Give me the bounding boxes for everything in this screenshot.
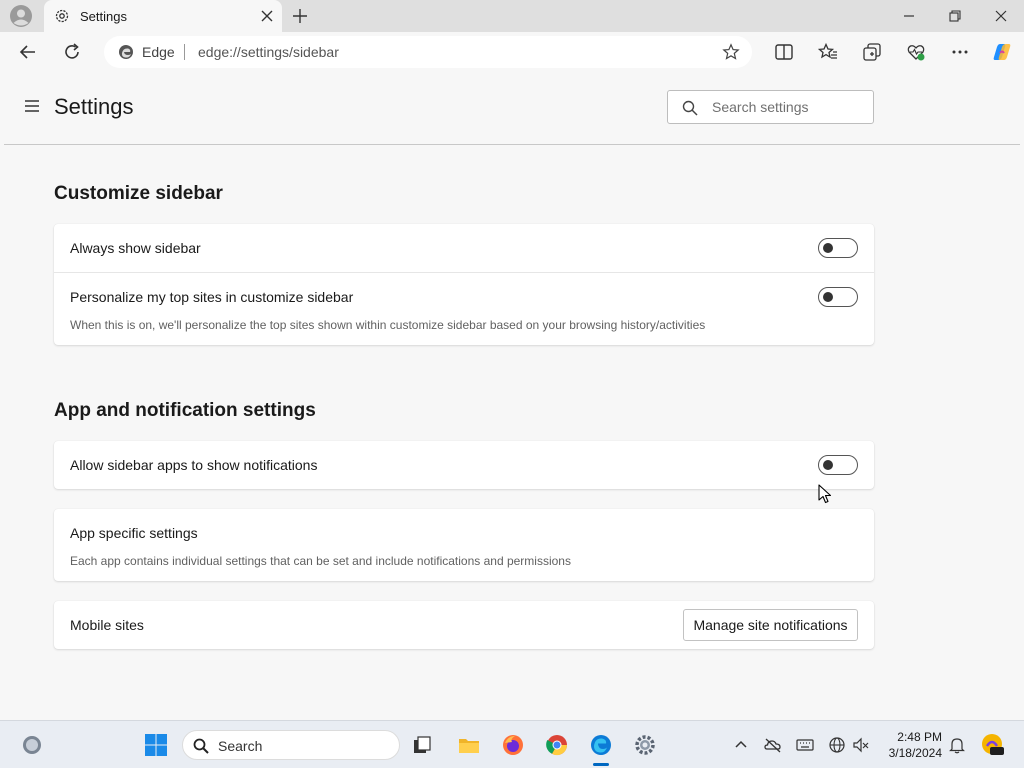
tab-strip: Settings bbox=[0, 0, 1024, 32]
volume-muted-icon[interactable] bbox=[852, 736, 870, 754]
url-text[interactable]: edge://settings/sidebar bbox=[198, 44, 339, 60]
edge-logo-icon bbox=[119, 45, 133, 59]
file-explorer-icon[interactable] bbox=[457, 733, 481, 757]
favorites-icon[interactable] bbox=[818, 42, 838, 62]
address-bar[interactable]: Edge edge://settings/sidebar bbox=[104, 36, 752, 68]
taskbar: Search 2:48 PM 3/18/2024 bbox=[0, 720, 1024, 768]
notification-bell-icon[interactable] bbox=[948, 736, 966, 754]
settings-page: Settings Customize sidebar Always show s… bbox=[4, 72, 1020, 716]
manage-site-notifications-button[interactable]: Manage site notifications bbox=[683, 609, 858, 641]
clock-time: 2:48 PM bbox=[897, 730, 942, 744]
browser-toolbar: Edge edge://settings/sidebar bbox=[0, 32, 1024, 72]
taskbar-search-label: Search bbox=[218, 738, 263, 754]
always-show-sidebar-toggle[interactable] bbox=[818, 238, 858, 258]
taskbar-search[interactable]: Search bbox=[182, 730, 400, 760]
always-show-sidebar-row: Always show sidebar bbox=[54, 224, 874, 272]
app-specific-settings-label: App specific settings bbox=[70, 525, 198, 541]
minimize-icon[interactable] bbox=[901, 8, 917, 24]
personalize-top-sites-description: When this is on, we'll personalize the t… bbox=[70, 318, 706, 332]
system-clock[interactable]: 2:48 PM 3/18/2024 bbox=[878, 729, 942, 761]
tab-title: Settings bbox=[80, 9, 127, 24]
profile-icon[interactable] bbox=[10, 5, 32, 27]
refresh-icon[interactable] bbox=[62, 42, 82, 62]
allow-notifications-label: Allow sidebar apps to show notifications bbox=[70, 457, 318, 473]
allow-notifications-row: Allow sidebar apps to show notifications bbox=[54, 441, 874, 489]
split-screen-icon[interactable] bbox=[774, 42, 794, 62]
windows-start-icon[interactable] bbox=[144, 733, 168, 757]
edge-taskbar-icon[interactable] bbox=[589, 733, 613, 757]
restore-icon[interactable] bbox=[947, 8, 963, 24]
clock-date: 3/18/2024 bbox=[888, 746, 942, 760]
section-title-customize-sidebar: Customize sidebar bbox=[54, 183, 223, 204]
mobile-sites-card: Mobile sites Manage site notifications bbox=[54, 601, 874, 649]
customize-sidebar-card: Always show sidebar Personalize my top s… bbox=[54, 224, 874, 345]
search-icon bbox=[682, 100, 698, 116]
chevron-up-icon[interactable] bbox=[732, 736, 750, 754]
toggle-knob bbox=[823, 460, 833, 470]
page-title: Settings bbox=[54, 94, 134, 119]
active-app-indicator bbox=[593, 763, 609, 766]
chrome-icon[interactable] bbox=[545, 733, 569, 757]
collections-icon[interactable] bbox=[862, 42, 882, 62]
close-tab-icon[interactable] bbox=[260, 9, 274, 23]
personalize-top-sites-label: Personalize my top sites in customize si… bbox=[70, 289, 354, 305]
mobile-sites-label: Mobile sites bbox=[70, 617, 144, 633]
close-window-icon[interactable] bbox=[993, 8, 1009, 24]
section-title-app-notifications: App and notification settings bbox=[54, 400, 316, 421]
firefox-icon[interactable] bbox=[501, 733, 525, 757]
browser-essentials-icon[interactable] bbox=[906, 42, 926, 62]
menu-icon[interactable] bbox=[24, 99, 40, 113]
always-show-sidebar-label: Always show sidebar bbox=[70, 240, 201, 256]
app-specific-settings-card[interactable]: App specific settings Each app contains … bbox=[54, 509, 874, 581]
settings-search[interactable] bbox=[667, 90, 874, 124]
more-options-icon[interactable] bbox=[950, 42, 970, 62]
allow-notifications-card: Allow sidebar apps to show notifications bbox=[54, 441, 874, 489]
personalize-top-sites-row: Personalize my top sites in customize si… bbox=[54, 273, 874, 345]
allow-notifications-toggle[interactable] bbox=[818, 455, 858, 475]
search-icon bbox=[193, 738, 209, 754]
tab-settings[interactable]: Settings bbox=[44, 0, 282, 32]
favorite-star-icon[interactable] bbox=[722, 43, 740, 61]
search-input[interactable] bbox=[712, 97, 862, 117]
toggle-knob bbox=[823, 243, 833, 253]
copilot-preview-icon[interactable] bbox=[980, 732, 1004, 756]
task-view-icon[interactable] bbox=[410, 733, 434, 757]
site-identity-label: Edge bbox=[142, 44, 175, 60]
mouse-cursor-icon bbox=[818, 484, 832, 504]
gear-icon bbox=[55, 9, 69, 23]
personalize-top-sites-toggle[interactable] bbox=[818, 287, 858, 307]
network-globe-icon[interactable] bbox=[828, 736, 846, 754]
copilot-icon[interactable] bbox=[991, 41, 1013, 63]
omnibox-separator bbox=[184, 44, 185, 60]
settings-header: Settings bbox=[4, 72, 1020, 145]
new-tab-icon[interactable] bbox=[292, 8, 308, 24]
keyboard-icon[interactable] bbox=[796, 736, 814, 754]
settings-gear-icon[interactable] bbox=[633, 733, 657, 757]
app-specific-settings-description: Each app contains individual settings th… bbox=[70, 554, 571, 568]
weather-widget-icon[interactable] bbox=[20, 733, 44, 757]
back-icon[interactable] bbox=[18, 42, 38, 62]
onedrive-offline-icon[interactable] bbox=[764, 736, 782, 754]
toggle-knob bbox=[823, 292, 833, 302]
